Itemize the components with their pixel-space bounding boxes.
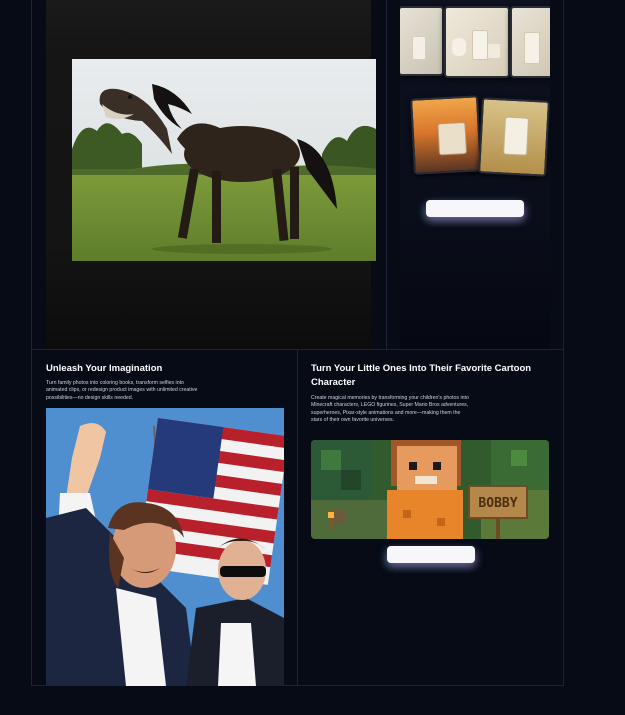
products-card <box>387 0 564 349</box>
column-divider <box>297 349 298 686</box>
cartoon-cta-button[interactable] <box>387 546 475 563</box>
products-cta-button[interactable] <box>426 200 524 217</box>
sign-text: BOBBY <box>478 496 517 511</box>
imagination-title: Unleash Your Imagination <box>46 363 163 374</box>
horse-card <box>31 0 387 349</box>
product-thumbnail <box>410 95 482 175</box>
product-thumbnail <box>444 6 510 78</box>
minecraft-character-image: BOBBY <box>311 440 549 539</box>
cartoon-title: Turn Your Little Ones Into Their Favorit… <box>311 363 532 388</box>
product-thumbnail <box>400 6 444 76</box>
horse-card-panel <box>46 0 376 349</box>
cartoon-description: Create magical memories by transforming … <box>311 395 469 423</box>
product-thumbnail <box>510 6 550 78</box>
horse-image <box>72 59 376 261</box>
imagination-description: Turn family photos into coloring books, … <box>46 380 198 401</box>
products-card-panel <box>400 0 550 349</box>
rally-image <box>46 408 284 686</box>
product-thumbnail <box>478 97 550 177</box>
